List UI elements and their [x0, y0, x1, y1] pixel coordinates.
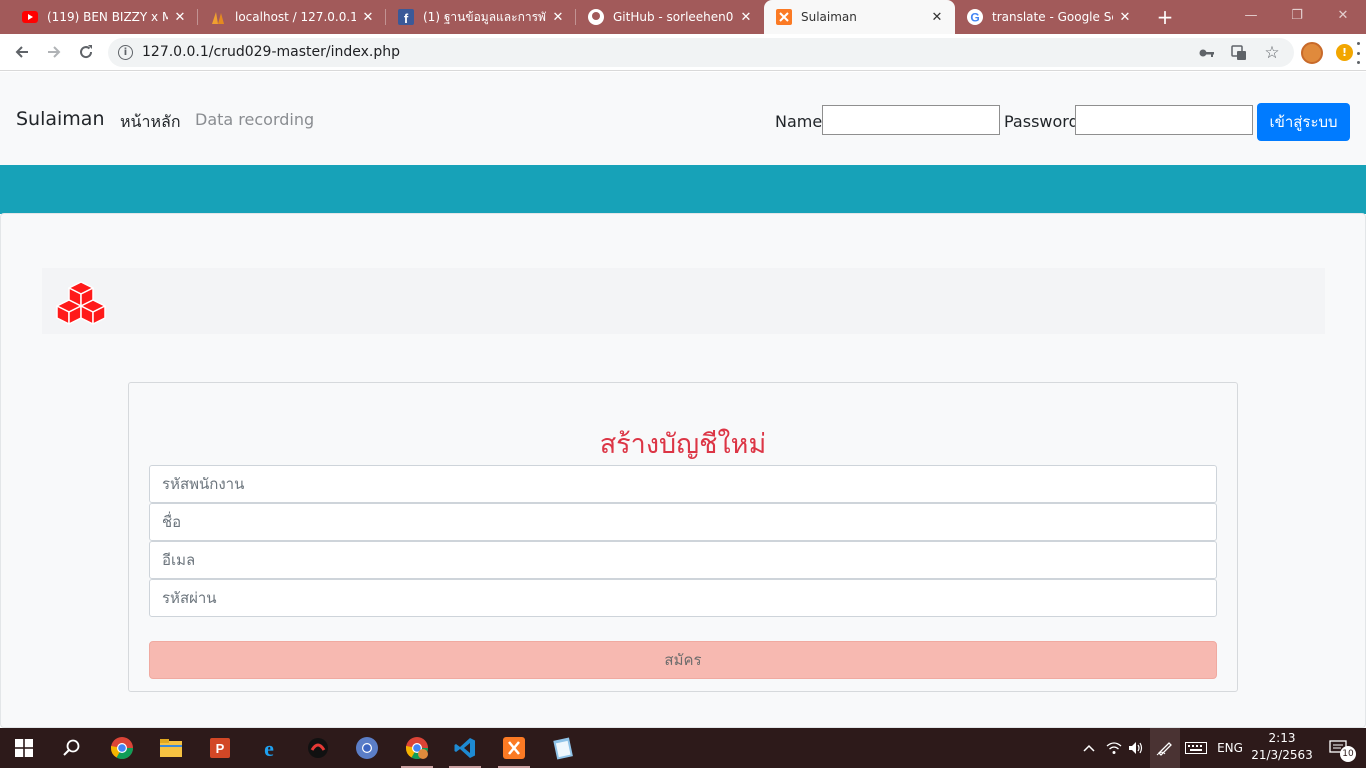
reload-icon[interactable] — [73, 39, 99, 65]
browser-tabstrip: (119) BEN BIZZY x MAN ✕ localhost / 127.… — [0, 0, 1366, 34]
tab-title: translate - Google Searc — [992, 10, 1113, 24]
chrome-alt-icon[interactable] — [343, 728, 391, 768]
tab-title: Sulaiman — [801, 10, 857, 24]
keyboard-icon[interactable] — [1183, 728, 1209, 768]
xampp-icon — [776, 9, 792, 25]
login-button[interactable]: เข้าสู่ระบบ — [1257, 103, 1350, 141]
tab-github[interactable]: GitHub - sorleehen006/ ✕ — [576, 0, 764, 34]
close-icon[interactable]: ✕ — [738, 10, 754, 25]
tab-phpmyadmin[interactable]: localhost / 127.0.0.1 / p ✕ — [198, 0, 386, 34]
update-alert-icon[interactable]: ! — [1336, 44, 1353, 61]
bookmark-star-icon[interactable]: ☆ — [1263, 43, 1281, 63]
back-arrow-icon[interactable] — [9, 39, 35, 65]
close-icon[interactable]: ✕ — [172, 10, 188, 25]
vscode-icon[interactable] — [441, 728, 489, 768]
language-indicator[interactable]: ENG — [1213, 728, 1247, 768]
internet-explorer-icon[interactable]: e — [245, 728, 293, 768]
clock[interactable]: 2:13 21/3/2563 — [1250, 730, 1314, 764]
translate-icon[interactable] — [1230, 44, 1248, 62]
employee-id-input[interactable] — [149, 465, 1217, 503]
tab-title: (119) BEN BIZZY x MAN — [47, 10, 168, 24]
signup-button[interactable]: สมัคร — [149, 641, 1217, 679]
close-icon[interactable]: ✕ — [360, 10, 376, 25]
chrome-icon[interactable] — [98, 728, 146, 768]
svg-text:e: e — [264, 736, 274, 760]
powerpoint-icon[interactable]: P — [196, 728, 244, 768]
tab-sulaiman[interactable]: Sulaiman ✕ — [764, 0, 955, 34]
profile-avatar[interactable] — [1301, 42, 1323, 64]
close-icon[interactable]: ✕ — [929, 10, 945, 25]
phpmyadmin-icon — [210, 9, 226, 25]
nav-link-home[interactable]: หน้าหลัก — [120, 110, 181, 135]
signup-title: สร้างบัญชีใหม่ — [599, 429, 767, 460]
site-navbar: Sulaiman หน้าหลัก Data recording Name Pa… — [0, 72, 1366, 165]
password-label: Password — [1004, 112, 1079, 131]
close-icon[interactable]: ✕ — [550, 10, 566, 25]
address-bar[interactable]: i 127.0.0.1/crud029-master/index.php ☆ — [108, 38, 1294, 67]
info-icon[interactable]: i — [118, 45, 133, 60]
header-band — [0, 165, 1366, 214]
wifi-icon[interactable] — [1103, 728, 1125, 768]
volume-icon[interactable] — [1126, 728, 1146, 768]
svg-text:f: f — [404, 11, 409, 25]
tab-facebook[interactable]: f (1) ฐานข้อมูลและการพัฒน ✕ — [386, 0, 576, 34]
password-input[interactable] — [149, 579, 1217, 617]
nav-link-data-recording[interactable]: Data recording — [195, 110, 314, 129]
logo-banner — [42, 268, 1325, 334]
svg-text:P: P — [216, 741, 225, 756]
forward-arrow-icon[interactable] — [41, 39, 67, 65]
minimize-icon[interactable]: — — [1228, 0, 1274, 30]
tab-title: GitHub - sorleehen006/ — [613, 10, 734, 24]
menu-kebab-icon[interactable] — [1355, 42, 1361, 64]
garena-icon[interactable] — [294, 728, 342, 768]
facebook-icon: f — [398, 9, 414, 25]
tab-title: (1) ฐานข้อมูลและการพัฒน — [423, 9, 546, 24]
restore-icon[interactable]: ❐ — [1274, 0, 1320, 30]
youtube-icon — [22, 9, 38, 25]
url-text[interactable]: 127.0.0.1/crud029-master/index.php — [142, 44, 400, 60]
notification-count-badge: 10 — [1340, 746, 1356, 762]
tab-google[interactable]: G translate - Google Searc ✕ — [955, 0, 1143, 34]
google-icon: G — [967, 9, 983, 25]
search-icon[interactable] — [48, 728, 96, 768]
new-tab-button[interactable]: + — [1152, 0, 1178, 34]
browser-toolbar: i 127.0.0.1/crud029-master/index.php ☆ ! — [0, 34, 1366, 71]
notification-center-icon[interactable]: 10 — [1318, 728, 1358, 768]
login-password-input[interactable] — [1075, 105, 1253, 135]
chevron-up-icon[interactable] — [1079, 728, 1099, 768]
svg-text:G: G — [970, 11, 979, 25]
cubes-logo-icon — [55, 280, 107, 326]
xampp-taskbar-icon[interactable] — [490, 728, 538, 768]
window-close-icon[interactable]: ✕ — [1320, 0, 1366, 30]
pen-workspace-icon[interactable] — [1150, 728, 1180, 768]
chrome-profile-icon[interactable] — [393, 728, 441, 768]
email-input[interactable] — [149, 541, 1217, 579]
windows-start-icon[interactable] — [0, 728, 48, 768]
clock-date: 21/3/2563 — [1251, 748, 1313, 762]
notepad-icon[interactable] — [539, 728, 587, 768]
github-icon — [588, 9, 604, 25]
file-explorer-icon[interactable] — [147, 728, 195, 768]
tab-title: localhost / 127.0.0.1 / p — [235, 10, 356, 24]
windows-taskbar: P e ENG 2:13 21/3/2563 10 — [0, 728, 1366, 768]
navbar-brand[interactable]: Sulaiman — [16, 108, 105, 130]
name-label: Name — [775, 112, 823, 131]
clock-time: 2:13 — [1268, 731, 1296, 745]
close-icon[interactable]: ✕ — [1117, 10, 1133, 25]
login-name-input[interactable] — [822, 105, 1000, 135]
tab-youtube[interactable]: (119) BEN BIZZY x MAN ✕ — [10, 0, 198, 34]
key-icon[interactable] — [1198, 44, 1216, 62]
name-input[interactable] — [149, 503, 1217, 541]
